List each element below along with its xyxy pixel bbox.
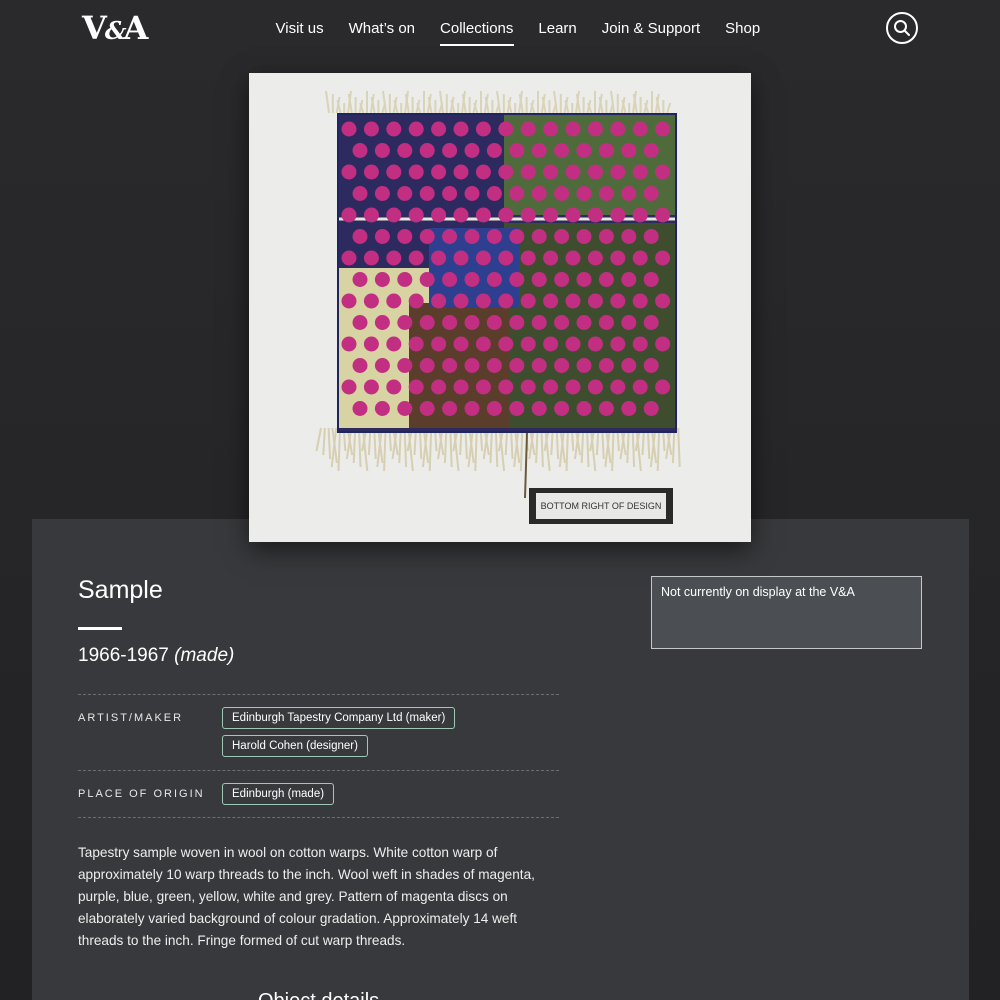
artist-tag-designer[interactable]: Harold Cohen (designer) [222, 735, 368, 757]
nav-learn[interactable]: Learn [526, 18, 589, 40]
nav-join-support[interactable]: Join & Support [589, 18, 712, 40]
divider [78, 770, 559, 771]
divider [78, 694, 559, 695]
va-logo[interactable]: V&A [82, 9, 149, 49]
place-of-origin-label: PLACE OF ORIGIN [78, 788, 205, 800]
logo-v: V [82, 9, 107, 47]
display-status-text: Not currently on display at the V&A [661, 585, 855, 599]
nav-shop[interactable]: Shop [713, 18, 773, 40]
artist-tag-maker[interactable]: Edinburgh Tapestry Company Ltd (maker) [222, 707, 456, 729]
title-underline [78, 627, 122, 630]
object-details-heading: Object details [258, 990, 379, 1000]
artist-maker-label: ARTIST/MAKER [78, 712, 184, 724]
date-qualifier: (made) [174, 645, 235, 666]
display-status-box: Not currently on display at the V&A [651, 576, 922, 649]
site-header: V&A Visit us What’s on Collections Learn… [0, 0, 1000, 60]
label-card-text: BOTTOM RIGHT OF DESIGN [541, 501, 662, 511]
main-nav: Visit us What’s on Collections Learn Joi… [263, 18, 773, 46]
search-button[interactable] [886, 12, 918, 44]
tapestry-photo: BOTTOM RIGHT OF DESIGN [249, 73, 751, 542]
object-title: Sample [78, 576, 163, 604]
origin-tag[interactable]: Edinburgh (made) [222, 783, 335, 805]
logo-amp: & [104, 16, 127, 45]
nav-whats-on[interactable]: What’s on [336, 18, 427, 40]
logo-a: A [123, 9, 149, 47]
object-image[interactable]: BOTTOM RIGHT OF DESIGN [249, 73, 751, 542]
nav-collections[interactable]: Collections [428, 18, 526, 46]
nav-visit-us[interactable]: Visit us [263, 18, 336, 40]
label-card: BOTTOM RIGHT OF DESIGN [529, 488, 673, 524]
search-icon [894, 20, 910, 36]
object-date: 1966-1967 (made) [78, 645, 234, 667]
object-description: Tapestry sample woven in wool on cotton … [78, 845, 535, 948]
divider [78, 817, 559, 818]
date-value: 1966-1967 [78, 645, 169, 666]
